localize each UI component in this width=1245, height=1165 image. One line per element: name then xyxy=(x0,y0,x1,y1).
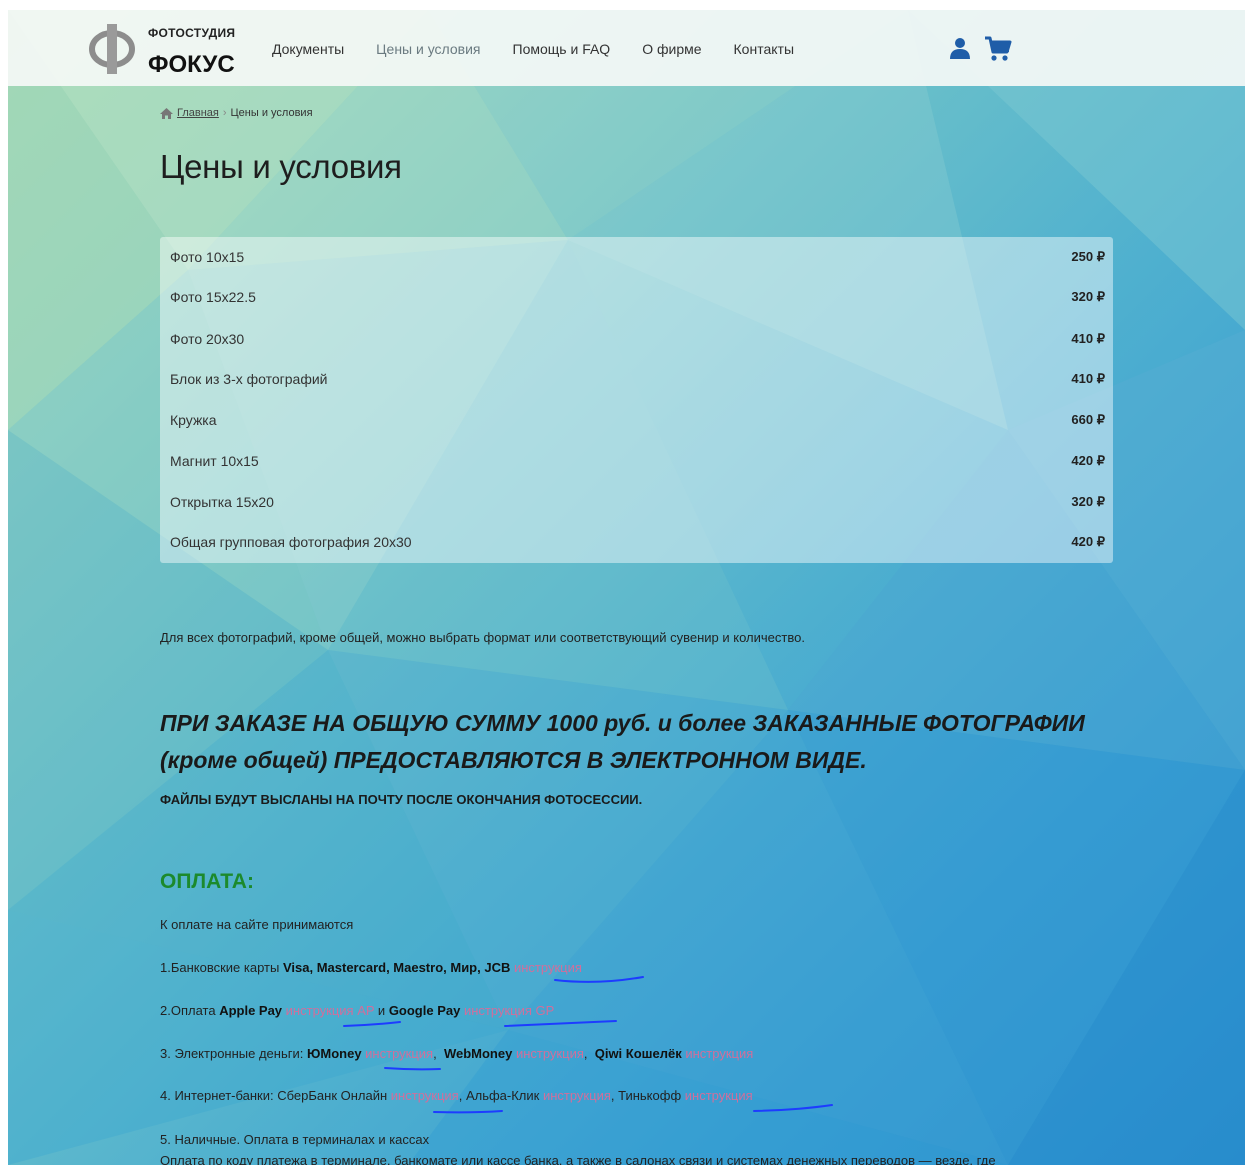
brand-name[interactable]: ФОКУС xyxy=(148,51,235,79)
price-item-name: Магнит 10х15 xyxy=(170,453,259,469)
payment-method-name: Apple Pay xyxy=(219,1003,283,1018)
instruction-link-yumoney[interactable]: инструкция xyxy=(365,1046,433,1061)
breadcrumb: Главная › Цены и условия xyxy=(160,107,313,119)
nav-prices[interactable]: Цены и условия xyxy=(376,41,480,57)
home-icon[interactable] xyxy=(160,107,173,119)
studio-logo-icon[interactable] xyxy=(88,22,136,76)
format-note: Для всех фотографий, кроме общей, можно … xyxy=(160,630,805,645)
page-title: Цены и условия xyxy=(160,148,402,185)
payment-text: 3. Электронные деньги: xyxy=(160,1046,307,1061)
payment-cards-line: 1.Банковские карты Visa, Mastercard, Mae… xyxy=(160,960,582,975)
nav-help-faq[interactable]: Помощь и FAQ xyxy=(513,41,611,57)
price-row: Общая групповая фотография 20х30 420 ₽ xyxy=(170,532,1105,552)
instruction-link-apple-pay[interactable]: инструкция AP xyxy=(286,1003,375,1018)
payment-method-name: Visa, Mastercard, Maestro, Мир, JCB xyxy=(282,960,511,975)
price-row: Открытка 15х20 320 ₽ xyxy=(170,492,1105,512)
instruction-link-sberbank[interactable]: инструкция xyxy=(391,1088,459,1103)
instruction-link-webmoney[interactable]: инструкция xyxy=(516,1046,584,1061)
payment-text: , Альфа-Клик xyxy=(458,1088,543,1103)
promo-heading: ПРИ ЗАКАЗЕ НА ОБЩУЮ СУММУ 1000 руб. и бо… xyxy=(160,710,1085,773)
payment-intro: К оплате на сайте принимаются xyxy=(160,917,354,932)
payment-cash-description: Оплата по коду платежа в терминале, банк… xyxy=(160,1153,996,1165)
payment-wallets-line: 2.Оплата Apple Pay инструкция AP и Googl… xyxy=(160,1003,554,1018)
instruction-link-alfa[interactable]: инструкция xyxy=(543,1088,611,1103)
site-header: ФОТОСТУДИЯ ФОКУС Документы Цены и услови… xyxy=(8,10,1245,86)
payment-emoney-line: 3. Электронные деньги: ЮMoney инструкция… xyxy=(160,1046,754,1061)
breadcrumb-separator: › xyxy=(222,107,227,119)
price-row: Магнит 10х15 420 ₽ xyxy=(170,451,1105,471)
breadcrumb-current: Цены и условия xyxy=(230,107,313,119)
payment-method-name: WebMoney xyxy=(443,1046,513,1061)
price-item-name: Фото 15х22.5 xyxy=(170,289,256,305)
main-nav: Документы Цены и условия Помощь и FAQ О … xyxy=(272,41,826,57)
payment-method-name: Qiwi Кошелёк xyxy=(594,1046,682,1061)
brand-tagline: ФОТОСТУДИЯ xyxy=(148,26,236,40)
price-row: Фото 10х15 250 ₽ xyxy=(170,247,1105,267)
price-item-name: Фото 20х30 xyxy=(170,331,245,347)
price-item-name: Открытка 15х20 xyxy=(170,494,274,510)
nav-documents[interactable]: Документы xyxy=(272,41,344,57)
payment-text: 4. Интернет-банки: СберБанк Онлайн xyxy=(160,1088,391,1103)
price-item-value: 250 ₽ xyxy=(1071,249,1105,264)
price-item-value: 420 ₽ xyxy=(1071,453,1105,468)
price-item-name: Блок из 3-х фотографий xyxy=(170,371,328,387)
payment-text: 2.Оплата xyxy=(160,1003,220,1018)
price-row: Кружка 660 ₽ xyxy=(170,410,1105,430)
price-row: Фото 15х22.5 320 ₽ xyxy=(170,287,1105,307)
instruction-link-tinkoff[interactable]: инструкция xyxy=(685,1088,753,1103)
price-item-value: 410 ₽ xyxy=(1071,331,1105,346)
payment-cash-line: 5. Наличные. Оплата в терминалах и касса… xyxy=(160,1132,430,1147)
payment-method-name: ЮMoney xyxy=(306,1046,362,1061)
breadcrumb-home[interactable]: Главная xyxy=(177,107,219,119)
price-item-name: Кружка xyxy=(170,412,217,428)
cart-icon[interactable] xyxy=(984,36,1012,62)
instruction-link-google-pay[interactable]: инструкция GP xyxy=(464,1003,554,1018)
price-item-value: 420 ₽ xyxy=(1071,534,1105,549)
price-item-value: 320 ₽ xyxy=(1071,494,1105,509)
nav-contacts[interactable]: Контакты xyxy=(734,41,794,57)
price-item-value: 410 ₽ xyxy=(1071,371,1105,386)
files-note: ФАЙЛЫ БУДУТ ВЫСЛАНЫ НА ПОЧТУ ПОСЛЕ ОКОНЧ… xyxy=(160,792,643,807)
payment-text: и xyxy=(374,1003,389,1018)
page: ФОТОСТУДИЯ ФОКУС Документы Цены и услови… xyxy=(8,10,1245,1165)
instruction-link-qiwi[interactable]: инструкция xyxy=(685,1046,753,1061)
payment-title: ОПЛАТА: xyxy=(160,870,254,893)
price-row: Блок из 3-х фотографий 410 ₽ xyxy=(170,369,1105,389)
price-item-name: Общая групповая фотография 20х30 xyxy=(170,534,412,550)
header-icons xyxy=(948,36,1012,62)
price-row: Фото 20х30 410 ₽ xyxy=(170,329,1105,349)
price-item-name: Фото 10х15 xyxy=(170,249,245,265)
instruction-link-cards[interactable]: инструкция xyxy=(514,960,582,975)
user-icon[interactable] xyxy=(948,36,972,60)
payment-method-name: Google Pay xyxy=(388,1003,461,1018)
payment-text: 1.Банковские карты xyxy=(160,960,283,975)
payment-text: , Тинькофф xyxy=(610,1088,685,1103)
price-table: Фото 10х15 250 ₽ Фото 15х22.5 320 ₽ Фото… xyxy=(160,237,1113,563)
price-item-value: 320 ₽ xyxy=(1071,289,1105,304)
price-item-value: 660 ₽ xyxy=(1071,412,1105,427)
payment-banks-line: 4. Интернет-банки: СберБанк Онлайн инстр… xyxy=(160,1088,753,1103)
nav-about[interactable]: О фирме xyxy=(642,41,701,57)
